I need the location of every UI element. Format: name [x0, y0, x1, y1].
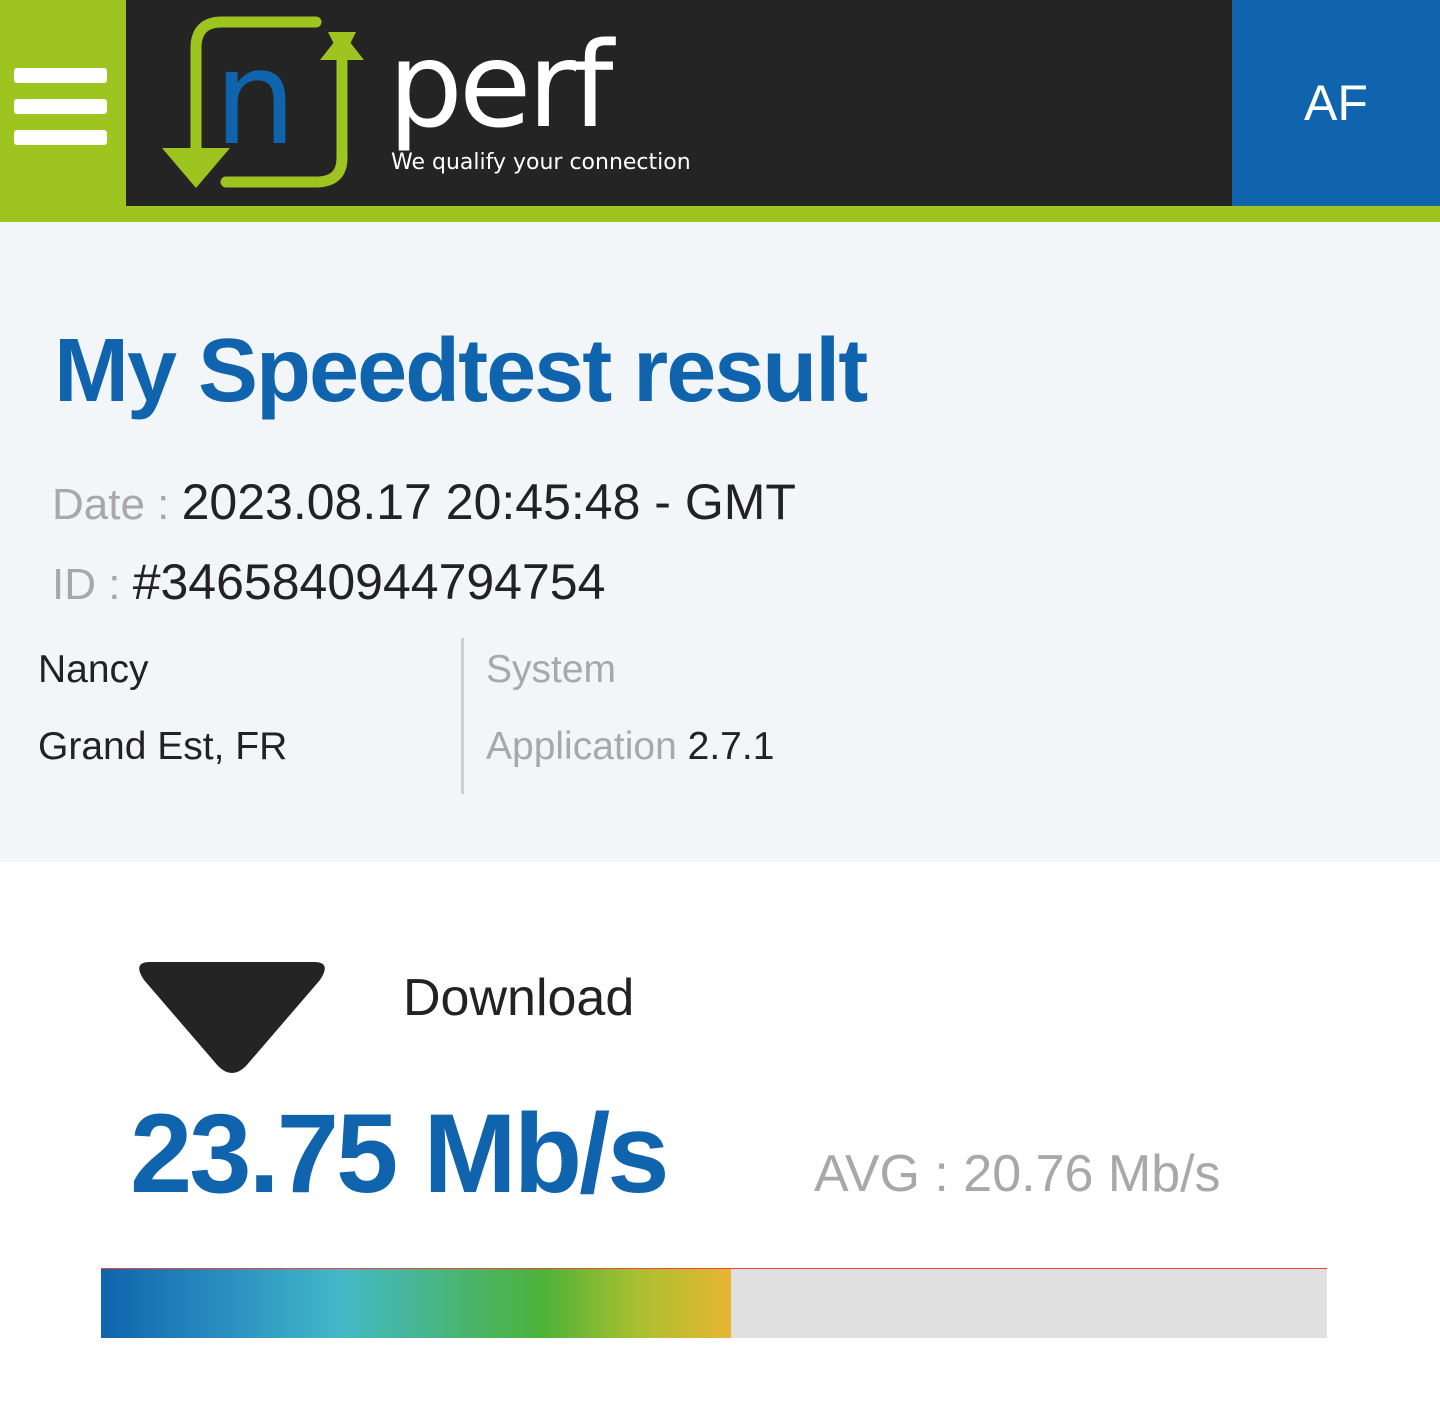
application-label: Application [486, 725, 677, 768]
logo-tagline: We qualify your connection [391, 150, 691, 175]
progress-fill [101, 1269, 732, 1338]
average-speed: AVG : 20.76 Mb/s [814, 1145, 1221, 1203]
app-header: n perf We qualify your connection AF [0, 0, 1440, 222]
menu-bar [14, 130, 107, 145]
date-label: Date : [52, 480, 182, 529]
result-info-panel: My Speedtest result Date : 2023.08.17 20… [0, 222, 1440, 862]
download-label: Download [403, 969, 635, 1027]
system-label: System [486, 648, 617, 691]
application-version: 2.7.1 [687, 725, 775, 768]
page-title: My Speedtest result [54, 321, 868, 421]
svg-text:n: n [214, 22, 296, 174]
language-button[interactable]: AF [1232, 0, 1440, 206]
download-arrow-icon [139, 962, 325, 1073]
date-value: 2023.08.17 20:45:48 - GMT [181, 474, 796, 530]
menu-bar [14, 99, 107, 114]
nperf-logo[interactable]: n perf We qualify your connection [156, 8, 696, 198]
logo-arrows-icon: n [162, 16, 364, 188]
hamburger-menu-icon[interactable] [0, 0, 126, 206]
date-row: Date : 2023.08.17 20:45:48 - GMT [52, 477, 796, 527]
id-label: ID : [52, 560, 133, 609]
id-value: #3465840944794754 [132, 554, 606, 610]
id-row: ID : #3465840944794754 [52, 557, 605, 607]
location-column: Nancy Grand Est, FR [38, 650, 287, 804]
download-speed-value: 23.75 Mb/s [130, 1091, 670, 1216]
city-text: Nancy [38, 648, 149, 691]
region-text: Grand Est, FR [38, 725, 288, 768]
brand-bar: n perf We qualify your connection [126, 0, 1232, 206]
logo-wordmark: perf [388, 16, 614, 154]
system-column: System Application 2.7.1 [486, 650, 774, 804]
menu-bar [14, 68, 107, 83]
speed-progress-bar [101, 1268, 1327, 1338]
column-divider [461, 638, 464, 794]
